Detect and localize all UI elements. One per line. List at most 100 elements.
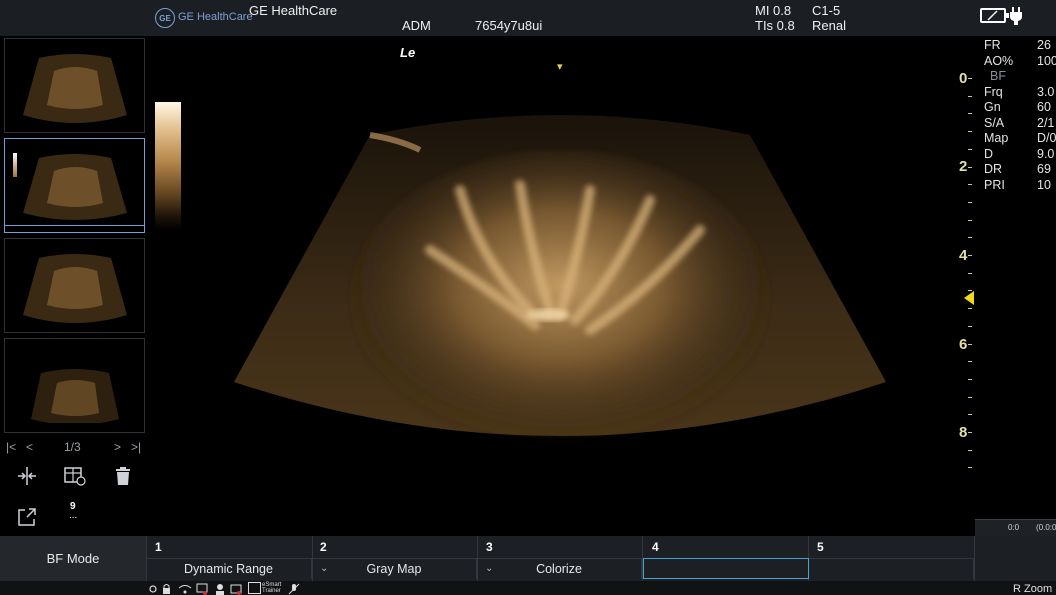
depth-label-2: 2 <box>959 158 968 175</box>
probe-name: C1-5 <box>812 3 841 18</box>
softkey-4-number: 4 <box>652 540 659 554</box>
param-label: DR <box>984 162 1003 176</box>
param-label: FR <box>984 38 1001 52</box>
softkey-divider <box>974 536 975 581</box>
focus-position-icon[interactable] <box>964 291 974 305</box>
thermal-index: TIs 0.8 <box>755 18 795 33</box>
param-label: PRI <box>984 177 1005 192</box>
depth-tick <box>968 166 972 168</box>
gray-map-button[interactable]: ⌄ Gray Map <box>312 558 477 579</box>
colorize-button[interactable]: ⌄ Colorize <box>477 558 642 579</box>
brightness-icon[interactable] <box>147 583 159 595</box>
network-icon[interactable] <box>196 583 208 595</box>
softkey-1-number: 1 <box>155 540 162 554</box>
split-view-icon[interactable] <box>16 466 38 486</box>
depth-label-4: 4 <box>959 247 968 264</box>
r-zoom-label[interactable]: R Zoom <box>1013 583 1052 595</box>
softkey-5-number: 5 <box>817 540 824 554</box>
dynamic-range-button[interactable]: Dynamic Range <box>146 558 312 579</box>
preset-name: Renal <box>812 18 846 33</box>
depth-tick <box>968 449 972 451</box>
depth-tick <box>968 378 972 380</box>
depth-label-6: 6 <box>959 336 968 353</box>
depth-tick <box>968 396 972 398</box>
param-value: 9.0 <box>1037 146 1055 161</box>
next-page-button[interactable]: > <box>114 440 121 454</box>
depth-tick <box>968 113 972 115</box>
depth-tick <box>968 255 972 256</box>
layout-icon[interactable] <box>64 466 86 486</box>
param-value: 69 <box>1037 162 1051 176</box>
param-value: 2/1 <box>1037 115 1055 130</box>
depth-tick <box>968 308 972 310</box>
thumbnail-3[interactable] <box>4 238 145 333</box>
depth-tick <box>968 219 972 221</box>
battery-charging-icon <box>980 8 1009 23</box>
depth-tick <box>968 361 972 363</box>
image-count-dots: ... <box>69 510 78 521</box>
chevron-down-icon[interactable]: ⌄ <box>485 563 493 574</box>
page-indicator: 1/3 <box>64 440 81 454</box>
cine-time: (0.0:0. <box>1036 523 1056 532</box>
softkey-5-field[interactable] <box>809 558 974 579</box>
thumbnail-2-selected[interactable] <box>4 138 145 233</box>
depth-label-8: 8 <box>959 424 968 441</box>
param-label: Frq <box>984 84 1003 99</box>
gray-map-colorbar <box>155 102 181 230</box>
param-value: 3.0 <box>1037 84 1055 99</box>
first-page-button[interactable]: |< <box>6 440 16 454</box>
mic-icon[interactable] <box>288 583 300 595</box>
lock-icon[interactable] <box>162 583 171 595</box>
depth-tick <box>968 131 972 133</box>
param-value: 60 <box>1037 100 1051 114</box>
depth-tick <box>968 148 972 150</box>
param-label: BF <box>990 69 1006 83</box>
cine-frame: 0:0 <box>1008 523 1020 532</box>
prev-page-button[interactable]: < <box>26 440 33 454</box>
softkey-2-number: 2 <box>320 540 327 554</box>
thumbnail-4[interactable] <box>4 338 145 433</box>
ge-logo-text: GE HealthCare <box>178 11 253 23</box>
param-label: S/A <box>984 115 1005 130</box>
param-value: 100 <box>1037 53 1056 68</box>
softkey-3-number: 3 <box>486 540 493 554</box>
softkey-4-field[interactable] <box>643 558 809 579</box>
param-label: D <box>984 146 994 161</box>
depth-tick <box>968 184 972 186</box>
user-icon[interactable] <box>214 583 226 595</box>
param-label: AO% <box>984 53 1014 68</box>
focus-marker-icon: ▾ <box>557 61 563 73</box>
param-label: Gn <box>984 100 1001 114</box>
gallery-icon[interactable] <box>230 583 242 595</box>
bf-mode-button[interactable]: BF Mode <box>0 536 147 581</box>
param-value: D/0 <box>1037 131 1056 145</box>
ge-logo-icon: GE <box>155 8 175 28</box>
depth-tick <box>968 237 972 239</box>
patient-id: 7654y7u8ui <box>475 18 543 33</box>
thumbnail-1[interactable] <box>4 38 145 133</box>
depth-tick <box>968 201 972 203</box>
depth-tick <box>968 343 972 345</box>
institution-name: GE HealthCare <box>249 3 338 18</box>
depth-label-0: 0 <box>959 70 968 87</box>
param-value: 10 <box>1037 177 1051 192</box>
export-icon[interactable] <box>17 507 37 527</box>
depth-tick <box>968 414 972 416</box>
mechanical-index: MI 0.8 <box>755 3 792 18</box>
last-page-button[interactable]: >| <box>131 440 141 454</box>
wifi-icon[interactable] <box>178 583 192 595</box>
depth-tick <box>968 95 972 97</box>
depth-tick <box>968 272 972 274</box>
chevron-down-icon[interactable]: ⌄ <box>320 563 328 574</box>
depth-tick <box>968 78 972 79</box>
orientation-label: Le <box>400 45 416 60</box>
power-plug-icon <box>1010 7 1022 25</box>
depth-tick <box>968 432 972 433</box>
depth-tick <box>968 325 972 327</box>
param-value: 26 <box>1037 38 1051 52</box>
operator-id: ADM <box>402 18 431 33</box>
ultrasound-image[interactable] <box>230 100 890 480</box>
trash-icon[interactable] <box>114 466 132 486</box>
esmart-trainer-icon[interactable] <box>248 582 261 594</box>
depth-tick <box>968 467 972 469</box>
